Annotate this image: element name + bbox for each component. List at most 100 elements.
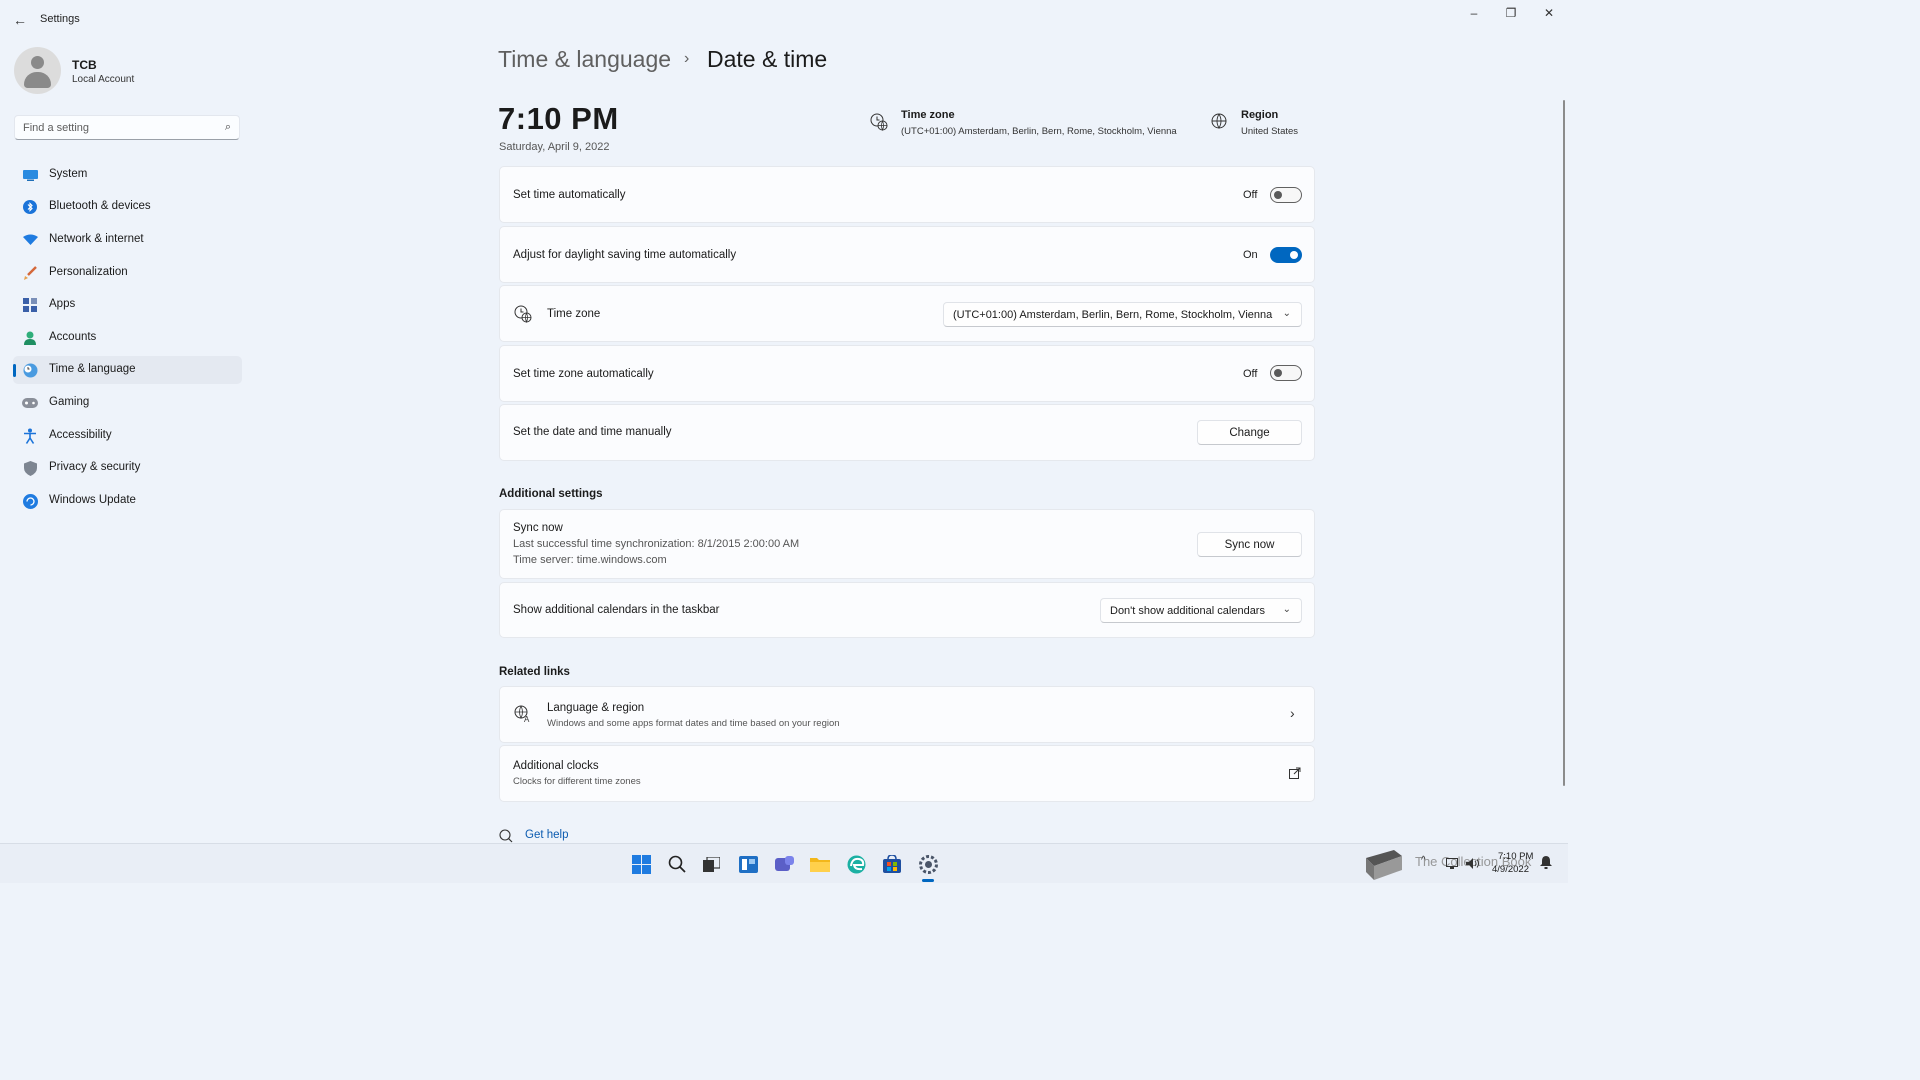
- region-value: United States: [1241, 126, 1299, 137]
- sidebar-item-privacy[interactable]: Privacy & security: [13, 454, 242, 482]
- set-tz-auto-card: Set time zone automatically Off: [499, 345, 1315, 402]
- wifi-icon: [22, 232, 38, 248]
- current-date: Saturday, April 9, 2022: [499, 141, 610, 153]
- sidebar-item-label: Time & language: [49, 363, 136, 375]
- sidebar-item-bluetooth[interactable]: Bluetooth & devices: [13, 193, 242, 221]
- apps-icon: [22, 297, 38, 313]
- file-explorer-icon[interactable]: [808, 852, 832, 876]
- globe-icon: [1211, 113, 1227, 134]
- calendars-dropdown[interactable]: Don't show additional calendars ⌄: [1100, 598, 1302, 623]
- speaker-icon[interactable]: [1466, 856, 1480, 874]
- update-icon: [22, 493, 38, 509]
- sidebar-item-accounts[interactable]: Accounts: [13, 324, 242, 352]
- sidebar-item-personalization[interactable]: Personalization: [13, 259, 242, 287]
- sidebar-item-label: Apps: [49, 298, 76, 310]
- additional-clocks-title: Additional clocks: [513, 760, 599, 772]
- globe-clock-icon: [22, 362, 38, 378]
- gamepad-icon: [22, 395, 38, 411]
- window-title: Settings: [40, 13, 80, 25]
- time-zone-icon: [870, 113, 888, 136]
- widgets-icon[interactable]: [736, 852, 760, 876]
- search-input[interactable]: Find a setting ⌕: [14, 115, 240, 140]
- maximize-button[interactable]: ❐: [1496, 4, 1526, 22]
- language-region-title: Language & region: [547, 702, 645, 714]
- sidebar-item-accessibility[interactable]: Accessibility: [13, 422, 242, 450]
- sidebar-item-label: System: [49, 168, 88, 180]
- time-zone-dropdown[interactable]: (UTC+01:00) Amsterdam, Berlin, Bern, Rom…: [943, 302, 1302, 327]
- search-icon[interactable]: [665, 852, 689, 876]
- additional-settings-heading: Additional settings: [499, 488, 603, 500]
- taskbar-time[interactable]: 7:10 PM: [1498, 851, 1533, 862]
- active-indicator: [13, 364, 16, 377]
- set-time-auto-toggle[interactable]: [1270, 187, 1302, 203]
- additional-clocks-link[interactable]: Additional clocks Clocks for different t…: [499, 745, 1315, 802]
- set-time-auto-state: Off: [1243, 189, 1258, 201]
- set-time-auto-label: Set time automatically: [513, 189, 626, 201]
- current-time: 7:10 PM: [498, 101, 619, 136]
- active-app-indicator: [922, 879, 934, 882]
- avatar[interactable]: [14, 47, 61, 94]
- taskbar: The Collection Book ^ 7:10 PM 4/9/2022: [0, 843, 1568, 883]
- daylight-saving-toggle[interactable]: [1270, 247, 1302, 263]
- sidebar-item-network[interactable]: Network & internet: [13, 226, 242, 254]
- sidebar-item-apps[interactable]: Apps: [13, 291, 242, 319]
- time-zone-row-icon: [514, 305, 532, 328]
- sidebar-item-system[interactable]: System: [13, 161, 242, 189]
- sidebar-item-windows-update[interactable]: Windows Update: [13, 487, 242, 515]
- change-button[interactable]: Change: [1197, 420, 1302, 445]
- breadcrumb-parent[interactable]: Time & language: [498, 46, 671, 73]
- task-view-icon[interactable]: [699, 852, 723, 876]
- daylight-saving-state: On: [1243, 249, 1258, 261]
- minimize-button[interactable]: –: [1459, 4, 1489, 22]
- taskbar-date[interactable]: 4/9/2022: [1492, 864, 1529, 875]
- close-button[interactable]: ✕: [1534, 4, 1564, 22]
- sidebar-item-label: Privacy & security: [49, 461, 141, 473]
- settings-icon[interactable]: [916, 852, 940, 876]
- sidebar-item-time-language[interactable]: Time & language: [13, 356, 242, 384]
- time-zone-selected: (UTC+01:00) Amsterdam, Berlin, Bern, Rom…: [953, 308, 1273, 321]
- edge-icon[interactable]: [844, 852, 868, 876]
- back-arrow-icon[interactable]: ←: [10, 10, 30, 30]
- time-zone-value: (UTC+01:00) Amsterdam, Berlin, Bern, Rom…: [901, 126, 1177, 137]
- additional-clocks-desc: Clocks for different time zones: [513, 776, 641, 787]
- language-region-link[interactable]: A Language & region Windows and some app…: [499, 686, 1315, 743]
- region-heading: Region: [1241, 109, 1279, 121]
- user-name: TCB: [72, 58, 97, 72]
- language-icon: A: [514, 705, 532, 728]
- network-icon[interactable]: [1446, 856, 1458, 874]
- daylight-saving-card: Adjust for daylight saving time automati…: [499, 226, 1315, 283]
- sidebar-item-label: Accessibility: [49, 429, 112, 441]
- account-type: Local Account: [72, 74, 135, 85]
- time-zone-label: Time zone: [547, 308, 601, 320]
- get-help-link[interactable]: Get help: [525, 829, 568, 841]
- search-icon: ⌕: [224, 121, 231, 133]
- sidebar-item-label: Network & internet: [49, 233, 144, 245]
- breadcrumb-separator: ›: [684, 50, 690, 67]
- time-zone-card: Time zone (UTC+01:00) Amsterdam, Berlin,…: [499, 285, 1315, 342]
- sidebar-item-gaming[interactable]: Gaming: [13, 389, 242, 417]
- chevron-down-icon: ⌄: [1282, 604, 1291, 615]
- sidebar-item-label: Accounts: [49, 331, 97, 343]
- set-tz-auto-toggle[interactable]: [1270, 365, 1302, 381]
- notification-icon[interactable]: [1540, 856, 1552, 874]
- start-icon[interactable]: [629, 852, 653, 876]
- store-icon[interactable]: [880, 852, 904, 876]
- sync-now-button[interactable]: Sync now: [1197, 532, 1302, 557]
- chat-icon[interactable]: [772, 852, 796, 876]
- chevron-up-icon[interactable]: ^: [1421, 855, 1426, 866]
- scrollbar[interactable]: [1563, 100, 1565, 786]
- sync-card: Sync now Last successful time synchroniz…: [499, 509, 1315, 579]
- calendars-card: Show additional calendars in the taskbar…: [499, 582, 1315, 638]
- external-link-icon: [1289, 766, 1301, 784]
- sidebar-item-label: Personalization: [49, 266, 128, 278]
- search-placeholder: Find a setting: [23, 122, 90, 134]
- time-server-text: Time server: time.windows.com: [513, 554, 667, 566]
- brush-icon: [22, 265, 38, 281]
- book-icon: [1360, 848, 1408, 887]
- bluetooth-icon: [22, 199, 38, 215]
- accessibility-icon: [22, 428, 38, 444]
- monitor-icon: [22, 167, 38, 183]
- sync-title: Sync now: [513, 522, 563, 534]
- last-sync-text: Last successful time synchronization: 8/…: [513, 538, 800, 550]
- title-bar: ← Settings – ❐ ✕: [0, 0, 1568, 38]
